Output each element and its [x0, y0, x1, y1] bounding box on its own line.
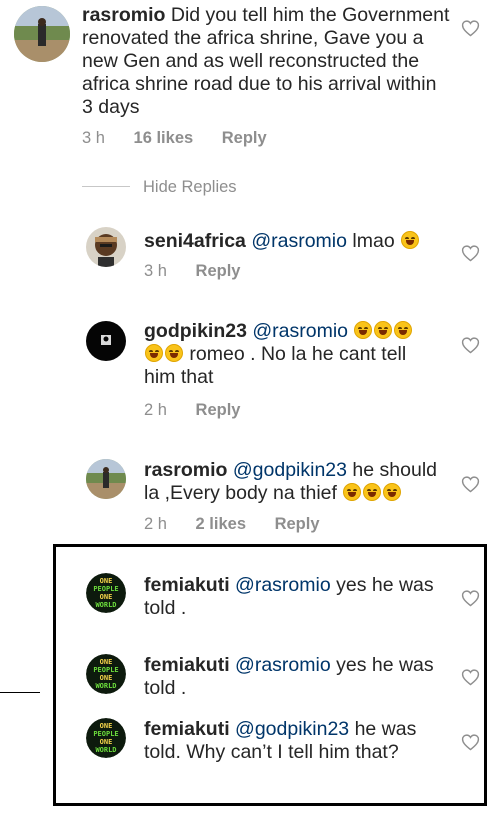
mention-link[interactable]: @rasromio: [235, 574, 331, 596]
reply-button[interactable]: Reply: [275, 515, 320, 533]
grinning-emoji-icon: [363, 483, 382, 501]
heart-outline-icon[interactable]: [461, 475, 480, 493]
comment-meta: 3 h 16 likes Reply: [82, 129, 267, 148]
heart-outline-icon[interactable]: [461, 244, 480, 262]
avatar[interactable]: [86, 227, 126, 267]
avatar[interactable]: [86, 459, 126, 499]
timestamp: 2 h: [144, 401, 167, 419]
one-people-one-world-logo-icon: ONE PEOPLE ONE WORLD: [86, 573, 126, 613]
heart-outline-icon[interactable]: [461, 668, 480, 686]
avatar[interactable]: ONE PEOPLE ONE WORLD: [86, 654, 126, 694]
hide-replies-divider: [82, 186, 130, 187]
comment-body: femiakuti @rasromio yes he was told .: [144, 654, 444, 700]
one-people-one-world-logo-icon: ONE PEOPLE ONE WORLD: [86, 654, 126, 694]
mention-link[interactable]: @rasromio: [252, 320, 348, 342]
mention-link[interactable]: @rasromio: [251, 230, 347, 252]
mention-link[interactable]: @rasromio: [235, 654, 331, 676]
comment-body: femiakuti @rasromio yes he was told .: [144, 574, 444, 620]
mention-link[interactable]: @godpikin23: [233, 459, 347, 481]
username[interactable]: rasromio: [82, 4, 165, 26]
avatar[interactable]: [14, 6, 70, 62]
laughing-emoji-icon: [401, 231, 420, 249]
timestamp: 3 h: [82, 129, 105, 147]
comment-body: seni4africa @rasromio lmao: [144, 230, 444, 253]
one-people-one-world-logo-icon: ONE PEOPLE ONE WORLD: [86, 718, 126, 758]
comment-body: rasromio @godpikin23 he should la ,Every…: [144, 459, 444, 505]
laughing-emoji-icon: [343, 483, 362, 501]
avatar[interactable]: ONE PEOPLE ONE WORLD: [86, 573, 126, 613]
comment-meta: 3 h Reply: [144, 262, 240, 281]
heart-outline-icon[interactable]: [461, 589, 480, 607]
heart-outline-icon[interactable]: [461, 336, 480, 354]
username[interactable]: femiakuti: [144, 574, 230, 596]
username[interactable]: femiakuti: [144, 718, 230, 740]
annotation-line: [0, 692, 40, 693]
heart-outline-icon[interactable]: [461, 19, 480, 37]
timestamp: 2 h: [144, 515, 167, 533]
username[interactable]: godpikin23: [144, 320, 247, 342]
reply-button[interactable]: Reply: [196, 401, 241, 419]
comment-body: femiakuti @godpikin23 he was told. Why c…: [144, 718, 444, 764]
comment-meta: 2 h Reply: [144, 401, 240, 420]
comment-meta: 2 h 2 likes Reply: [144, 515, 320, 534]
laughing-emoji-icon: [165, 344, 183, 362]
username[interactable]: femiakuti: [144, 654, 230, 676]
grinning-emoji-icon: [383, 483, 402, 501]
timestamp: 3 h: [144, 262, 167, 280]
grinning-emoji-icon: [394, 321, 413, 339]
comment-body: rasromio Did you tell him the Government…: [82, 4, 452, 119]
grinning-emoji-icon: [374, 321, 393, 339]
heart-outline-icon[interactable]: [461, 733, 480, 751]
reply-button[interactable]: Reply: [196, 262, 241, 280]
comment-body: godpikin23 @rasromio romeo . No la he ca…: [144, 320, 434, 389]
avatar[interactable]: [86, 321, 126, 361]
likes-count[interactable]: 2 likes: [196, 515, 246, 533]
username[interactable]: seni4africa: [144, 230, 246, 252]
hide-replies-button[interactable]: Hide Replies: [143, 178, 237, 197]
laughing-emoji-icon: [145, 344, 163, 362]
laughing-emoji-icon: [354, 321, 373, 339]
likes-count[interactable]: 16 likes: [134, 129, 194, 147]
reply-button[interactable]: Reply: [222, 129, 267, 147]
username[interactable]: rasromio: [144, 459, 227, 481]
mention-link[interactable]: @godpikin23: [235, 718, 349, 740]
avatar[interactable]: ONE PEOPLE ONE WORLD: [86, 718, 126, 758]
comment-text: romeo . No la he cant tell him that: [144, 343, 407, 388]
comment-text: lmao: [352, 230, 395, 252]
